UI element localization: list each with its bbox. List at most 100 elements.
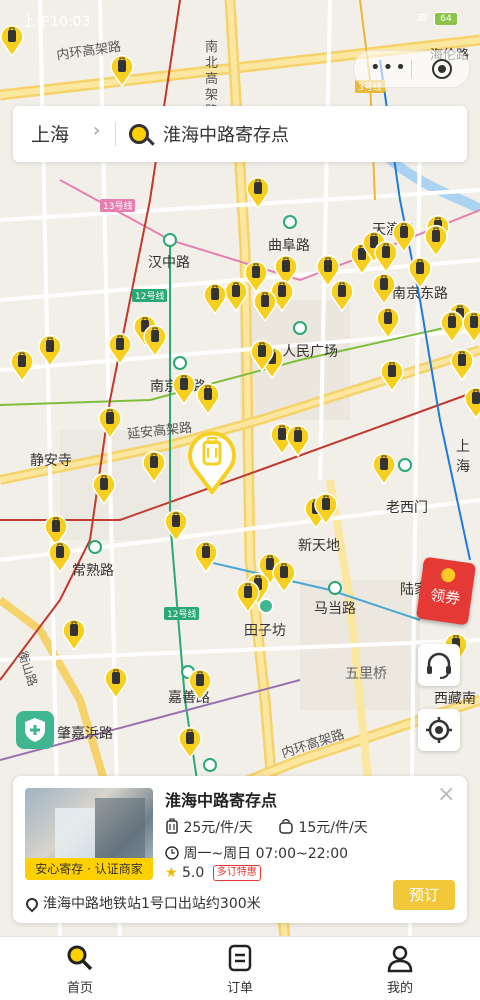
book-button[interactable]: 预订 <box>393 880 455 910</box>
storage-pin-icon[interactable] <box>235 579 261 613</box>
storage-pin-icon[interactable] <box>195 381 221 415</box>
storage-pin-icon[interactable] <box>163 508 189 542</box>
storage-pin-icon[interactable] <box>391 219 417 253</box>
search-home-icon <box>67 945 93 971</box>
storage-pin-icon[interactable] <box>141 449 167 483</box>
map-label-station: 曲阜路 <box>268 238 310 254</box>
storage-pin-icon[interactable] <box>142 323 168 357</box>
storage-pin-icon[interactable] <box>177 725 203 759</box>
search-query[interactable]: 淮海中路寄存点 <box>163 121 289 147</box>
storage-pin-icon[interactable] <box>449 347 475 381</box>
battery-icon: 64 <box>434 12 458 26</box>
bag-icon <box>279 818 293 834</box>
status-time: 上午10:03 <box>22 14 91 30</box>
storage-pin-icon[interactable] <box>371 451 397 485</box>
map-label-station: 常熟路 <box>72 563 114 579</box>
map-label-station: 肇嘉浜路 <box>57 726 113 742</box>
suitcase-icon <box>166 818 178 834</box>
map-label-station: 上海 <box>456 439 470 475</box>
map-label-station: 马当路 <box>314 601 356 617</box>
map-label-station: 西藏南 <box>434 691 476 707</box>
map-label-line: 13号线 <box>100 199 136 212</box>
storage-pin-icon[interactable] <box>202 281 228 315</box>
chevron-right-icon: › <box>93 120 101 141</box>
customer-service-button[interactable] <box>418 644 460 686</box>
map-label-station: 汉中路 <box>148 255 190 271</box>
storage-pin-icon[interactable] <box>423 223 449 257</box>
price-large-row: 25元/件/天 <box>165 817 253 837</box>
map-label-station: 田子坊 <box>244 623 286 639</box>
storage-pin-icon[interactable] <box>375 305 401 339</box>
certified-badge: 安心寄存 · 认证商家 <box>25 858 153 880</box>
hours-row: 周一~周日 07:00~22:00 <box>165 843 348 863</box>
search-bar[interactable]: 上海 › 淮海中路寄存点 <box>13 106 467 162</box>
shop-card[interactable]: 安心寄存 · 认证商家 淮海中路寄存点 × 25元/件/天 15元/件/天 周一… <box>13 776 467 923</box>
price-small-row: 15元/件/天 <box>278 817 368 837</box>
wifi-icon: ≋ <box>416 10 428 26</box>
coupon-label: 领券 <box>429 585 462 608</box>
location-pin-icon <box>23 895 41 913</box>
map-label-station: 老西门 <box>386 500 428 516</box>
headset-icon <box>427 652 451 679</box>
map-label-station: 静安寺 <box>30 453 72 469</box>
storage-pin-icon[interactable] <box>193 539 219 573</box>
map-label-area: 五里桥 <box>345 666 387 682</box>
storage-pin-icon[interactable] <box>463 385 480 419</box>
storage-pin-icon[interactable] <box>37 333 63 367</box>
locate-button[interactable] <box>418 709 460 751</box>
close-miniprogram-icon[interactable] <box>432 59 452 79</box>
storage-pin-icon[interactable] <box>371 271 397 305</box>
tab-profile[interactable]: 我的 <box>320 937 480 1000</box>
miniprogram-capsule: ••• <box>353 50 470 88</box>
shop-address: 淮海中路地铁站1号口出站约300米 <box>43 896 261 912</box>
storage-pin-icon[interactable] <box>107 331 133 365</box>
storage-pin-icon[interactable] <box>439 309 465 343</box>
search-icon <box>129 124 149 144</box>
star-icon: ★ <box>165 865 178 881</box>
storage-pin-icon[interactable] <box>271 559 297 593</box>
storage-pin-icon[interactable] <box>9 348 35 382</box>
storage-pin-icon[interactable] <box>407 255 433 289</box>
storage-pin-icon[interactable] <box>103 665 129 699</box>
storage-pin-icon[interactable] <box>313 491 339 525</box>
shield-plus-icon <box>25 718 45 742</box>
storage-pin-icon[interactable] <box>47 539 73 573</box>
storage-pin-icon[interactable] <box>379 358 405 392</box>
city-selector[interactable]: 上海 <box>31 120 69 147</box>
tab-home-label: 首页 <box>66 981 93 996</box>
safety-shield-button[interactable] <box>16 711 54 749</box>
tab-orders-label: 订单 <box>226 981 253 996</box>
map-label-station: 人民广场 <box>282 344 338 360</box>
rating-row: ★ 5.0 多订特惠 <box>165 865 261 881</box>
storage-pin-icon[interactable] <box>91 471 117 505</box>
storage-pin-icon[interactable] <box>109 53 135 87</box>
coupon-button[interactable]: 领券 <box>415 556 477 626</box>
storage-pin-icon[interactable] <box>61 617 87 651</box>
storage-pin-icon[interactable] <box>245 175 271 209</box>
coupon-icon <box>440 567 457 584</box>
price-small: 15元/件/天 <box>298 820 368 836</box>
tab-orders[interactable]: 订单 <box>160 937 320 1000</box>
tab-profile-label: 我的 <box>386 981 413 996</box>
storage-pin-icon[interactable] <box>329 278 355 312</box>
opening-hours: 周一~周日 07:00~22:00 <box>183 846 349 862</box>
locate-icon <box>426 717 452 743</box>
more-icon[interactable]: ••• <box>370 57 408 78</box>
storage-pin-icon[interactable] <box>187 667 213 701</box>
status-bar: 上午10:03 ≋ 64 <box>0 0 480 40</box>
user-icon <box>387 945 413 973</box>
shop-name: 淮海中路寄存点 <box>165 791 278 810</box>
close-card-button[interactable]: × <box>437 784 455 806</box>
tab-home[interactable]: 首页 <box>0 937 160 1000</box>
order-list-icon <box>228 944 252 972</box>
storage-pin-icon[interactable] <box>252 288 278 322</box>
storage-pin-icon[interactable] <box>249 338 275 372</box>
map-label-station: 新天地 <box>298 538 340 554</box>
storage-pin-icon[interactable] <box>285 423 311 457</box>
storage-pin-icon[interactable] <box>171 371 197 405</box>
clock-icon <box>165 846 179 860</box>
search-divider <box>115 122 116 146</box>
rating-value: 5.0 <box>182 865 205 881</box>
selected-pin-icon[interactable] <box>187 430 237 494</box>
storage-pin-icon[interactable] <box>97 405 123 439</box>
